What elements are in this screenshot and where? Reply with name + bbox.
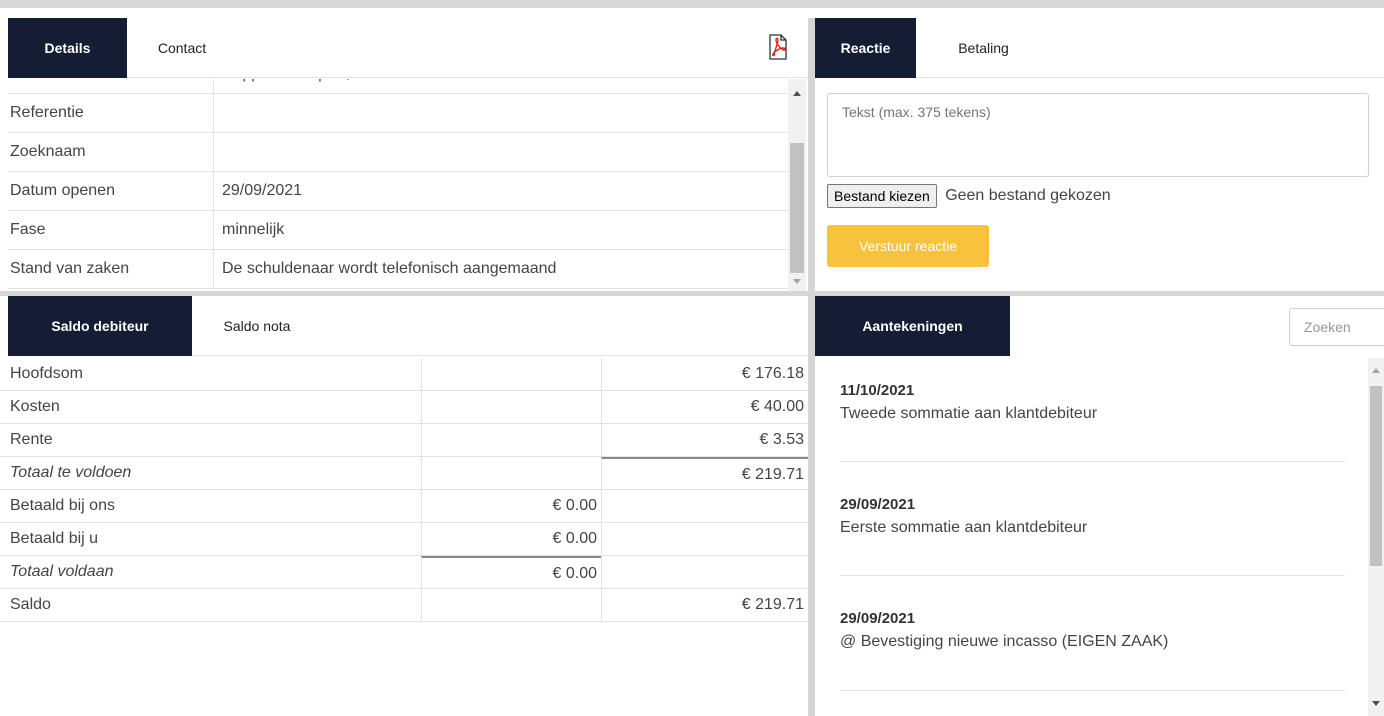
- row-label: Referentie: [10, 94, 214, 132]
- saldo-col3: € 219.71: [601, 457, 808, 489]
- saldo-label: Betaald bij ons: [10, 497, 115, 514]
- pdf-icon[interactable]: [768, 34, 788, 60]
- list-item: 29/09/2021 @ Bevestiging nieuwe incasso …: [840, 610, 1345, 651]
- saldo-col3: € 3.53: [601, 424, 808, 456]
- reactie-textarea[interactable]: [827, 93, 1369, 177]
- choose-file-button[interactable]: Bestand kiezen: [827, 184, 937, 208]
- top-bar: [0, 0, 1384, 18]
- saldo-tabbar: Saldo debiteur Saldo nota: [8, 296, 808, 356]
- row-label: Datum openen: [10, 172, 214, 210]
- row-label: Zoeknaam: [10, 133, 214, 171]
- send-reaction-button[interactable]: Verstuur reactie: [827, 225, 989, 267]
- row-label: Fase: [10, 211, 214, 249]
- row-label: Inzake: [10, 79, 214, 93]
- note-text: Tweede sommatie aan klantdebiteur: [840, 405, 1098, 422]
- saldo-col3: € 40.00: [601, 391, 808, 423]
- scroll-down-icon[interactable]: [793, 279, 801, 284]
- file-status: Geen bestand gekozen: [945, 187, 1111, 204]
- notes-panel: Aantekeningen Zoeken 11/10/2021 Tweede s…: [815, 296, 1384, 716]
- table-row: Saldo € 219.71: [0, 589, 808, 622]
- list-item: 11/10/2021 Tweede sommatie aan klantdebi…: [840, 382, 1345, 423]
- list-item: 29/09/2021 Eerste sommatie aan klantdebi…: [840, 496, 1345, 537]
- table-row: Totaal voldaan € 0.00: [0, 556, 808, 589]
- notes-tabbar: Aantekeningen Zoeken: [815, 296, 1384, 356]
- saldo-label: Betaald bij u: [10, 530, 99, 547]
- details-panel: Details Contact Inzake Hoppen transport,…: [8, 18, 808, 291]
- table-row: Datum openen 29/09/2021: [8, 172, 788, 211]
- notes-scrollbar[interactable]: [1368, 358, 1384, 716]
- scroll-thumb[interactable]: [790, 143, 804, 273]
- row-value: Hoppen transport, Hoeksen: [222, 79, 418, 93]
- table-row: Fase minnelijk: [8, 211, 788, 250]
- saldo-col3: € 176.18: [601, 358, 808, 390]
- note-text: Eerste sommatie aan klantdebiteur: [840, 519, 1088, 536]
- saldo-label: Saldo: [10, 596, 51, 613]
- scroll-down-icon[interactable]: [1372, 701, 1380, 706]
- vertical-divider: [808, 18, 815, 716]
- saldo-col3: € 219.71: [601, 589, 808, 621]
- saldo-label: Rente: [10, 431, 53, 448]
- table-row: Betaald bij u € 0.00: [0, 523, 808, 556]
- saldo-label: Totaal voldaan: [10, 563, 114, 580]
- note-separator: [840, 690, 1345, 691]
- table-row: Inzake Hoppen transport, Hoeksen: [8, 79, 788, 94]
- details-tabbar: Details Contact: [8, 18, 808, 78]
- tab-contact[interactable]: Contact: [127, 18, 237, 78]
- details-table: Inzake Hoppen transport, Hoeksen Referen…: [8, 79, 788, 291]
- note-separator: [840, 461, 1345, 462]
- saldo-col3: [601, 490, 808, 522]
- tab-betaling[interactable]: Betaling: [916, 18, 1051, 78]
- reactie-tabbar: Reactie Betaling: [815, 18, 1384, 78]
- row-label: Stand van zaken: [10, 250, 214, 288]
- note-date: 11/10/2021: [840, 382, 915, 399]
- saldo-panel: Saldo debiteur Saldo nota Hoofdsom € 176…: [0, 296, 808, 716]
- saldo-col3: [601, 556, 808, 588]
- note-text: @ Bevestiging nieuwe incasso (EIGEN ZAAK…: [840, 633, 1169, 650]
- table-row: Kosten € 40.00: [0, 391, 808, 424]
- table-row: Betaald bij ons € 0.00: [0, 490, 808, 523]
- saldo-label: Kosten: [10, 398, 60, 415]
- saldo-col2: [421, 457, 601, 489]
- saldo-col3: [601, 523, 808, 555]
- table-row: Totaal te voldoen € 219.71: [0, 457, 808, 490]
- row-value: 29/09/2021: [222, 182, 303, 199]
- details-scrollbar[interactable]: [788, 79, 806, 291]
- row-value: minnelijk: [222, 221, 285, 238]
- saldo-col2: [421, 424, 601, 456]
- note-date: 29/09/2021: [840, 496, 916, 513]
- saldo-col2: [421, 358, 601, 390]
- tab-saldo-nota[interactable]: Saldo nota: [192, 296, 322, 356]
- scroll-up-icon[interactable]: [793, 91, 801, 96]
- scroll-up-icon[interactable]: [1372, 368, 1380, 373]
- table-row: Hoofdsom € 176.18: [0, 358, 808, 391]
- file-picker: Bestand kiezen Geen bestand gekozen: [827, 184, 1111, 210]
- tab-saldo-debiteur[interactable]: Saldo debiteur: [8, 296, 192, 356]
- table-row: Rente € 3.53: [0, 424, 808, 457]
- saldo-col2: [421, 391, 601, 423]
- saldo-label: Totaal te voldoen: [10, 464, 132, 481]
- note-separator: [840, 575, 1345, 576]
- table-row: Zoeknaam: [8, 133, 788, 172]
- reactie-panel: Reactie Betaling Bestand kiezen Geen bes…: [815, 18, 1384, 291]
- saldo-col2: € 0.00: [421, 523, 601, 555]
- tab-reactie[interactable]: Reactie: [815, 18, 916, 78]
- row-value: De schuldenaar wordt telefonisch aangema…: [222, 260, 557, 277]
- scroll-thumb[interactable]: [1370, 386, 1382, 566]
- saldo-col2: € 0.00: [421, 556, 601, 588]
- tab-details[interactable]: Details: [8, 18, 127, 78]
- saldo-col2: € 0.00: [421, 490, 601, 522]
- saldo-col2: [421, 589, 601, 621]
- saldo-label: Hoofdsom: [10, 365, 83, 382]
- search-input[interactable]: Zoeken: [1289, 308, 1384, 346]
- note-date: 29/09/2021: [840, 610, 916, 627]
- table-row: Referentie: [8, 94, 788, 133]
- table-row: Stand van zaken De schuldenaar wordt tel…: [8, 250, 788, 289]
- tab-aantekeningen[interactable]: Aantekeningen: [815, 296, 1010, 356]
